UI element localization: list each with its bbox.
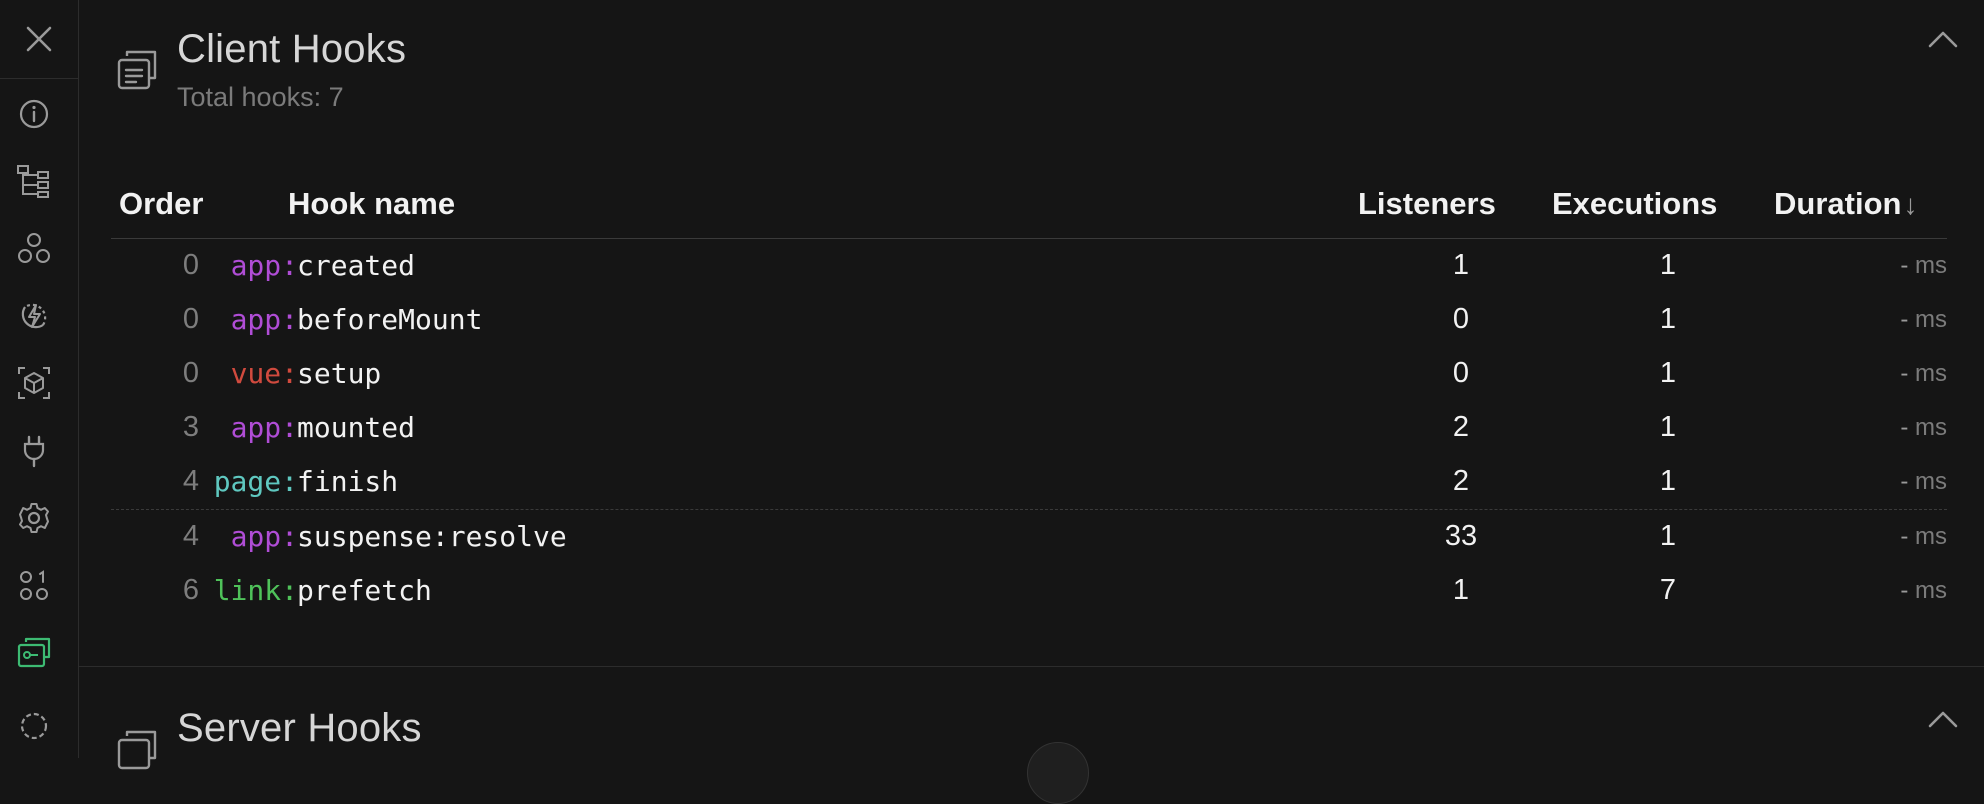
components-icon (18, 233, 50, 263)
main-panel: Client Hooks Total hooks: 7 Order Hook n… (79, 0, 1984, 804)
hook-listeners: 1 (1452, 574, 1470, 606)
table-row[interactable]: 0 app: beforeMount 0 1- ms (111, 293, 1947, 347)
chevron-up-icon[interactable] (1926, 708, 1960, 730)
sidebar-item-render-tree[interactable] (15, 567, 53, 605)
section-title: Client Hooks (177, 27, 407, 71)
close-icon (26, 26, 52, 52)
table-row[interactable]: 4 app: suspense:resolve 33 1- ms (111, 509, 1947, 564)
hook-listeners: 0 (1452, 303, 1470, 335)
section-divider (79, 666, 1984, 667)
column-duration[interactable]: Duration↓ (1774, 186, 1917, 222)
hook-name: beforeMount (297, 303, 483, 336)
column-hook-name[interactable]: Hook name (288, 186, 455, 222)
duration-unit: ms (1915, 577, 1947, 604)
column-listeners[interactable]: Listeners (1358, 186, 1496, 222)
sidebar-item-components[interactable] (15, 229, 53, 267)
hooks-section-icon (117, 50, 157, 90)
hook-duration: - ms (1900, 360, 1947, 388)
cube-icon (18, 367, 50, 399)
hook-namespace: app: (230, 411, 298, 444)
hook-executions: 1 (1659, 249, 1677, 281)
client-hooks-header[interactable]: Client Hooks Total hooks: 7 (79, 0, 1984, 120)
sidebar-item-hooks[interactable] (15, 634, 53, 672)
hook-executions: 1 (1659, 465, 1677, 497)
hooks-icon (17, 637, 51, 668)
hook-duration: - ms (1900, 577, 1947, 605)
sidebar-item-nuxt[interactable] (15, 297, 53, 335)
sort-arrow-icon: ↓ (1903, 189, 1918, 220)
duration-unit: ms (1915, 360, 1947, 387)
column-duration-label: Duration (1774, 186, 1902, 221)
table-row[interactable]: 0 vue: setup 0 1- ms (111, 347, 1947, 401)
duration-unit: ms (1915, 468, 1947, 495)
info-icon (19, 99, 49, 129)
hook-duration: - ms (1900, 252, 1947, 280)
table-header: Order Hook name Listeners Executions Dur… (111, 182, 1947, 239)
sidebar-item-overview[interactable] (15, 95, 53, 133)
duration-value: - (1900, 360, 1909, 387)
duration-value: - (1900, 306, 1909, 333)
hook-namespace: app: (230, 249, 298, 282)
hook-executions: 1 (1659, 357, 1677, 389)
hook-name: suspense:resolve (297, 520, 567, 553)
hook-name: created (297, 249, 416, 282)
column-executions[interactable]: Executions (1552, 186, 1717, 222)
hook-listeners: 2 (1452, 411, 1470, 443)
hooks-total: Total hooks: 7 (177, 82, 344, 112)
plug-icon (23, 435, 45, 468)
hook-name: setup (297, 357, 382, 390)
table-body: 0 app: created 1 1- ms 0 app: beforeMount 0 1- ms… (111, 239, 1947, 618)
hook-duration: - ms (1900, 306, 1947, 334)
sidebar-item-more[interactable] (15, 707, 53, 745)
client-hooks-table: Order Hook name Listeners Executions Dur… (111, 182, 1947, 618)
hook-listeners: 33 (1444, 520, 1478, 552)
table-row[interactable]: 3 app: mounted 2 1- ms (111, 401, 1947, 455)
nuxt-icon (21, 303, 47, 329)
floating-action-button[interactable] (1027, 742, 1089, 804)
hook-listeners: 2 (1452, 465, 1470, 497)
hook-namespace: page: (213, 465, 298, 498)
hook-duration: - ms (1900, 523, 1947, 551)
duration-unit: ms (1915, 306, 1947, 333)
hook-name: finish (297, 465, 399, 498)
dashed-circle-icon (20, 712, 48, 740)
shapes-icon (20, 570, 48, 600)
chevron-up-icon[interactable] (1926, 28, 1960, 50)
duration-value: - (1900, 252, 1909, 279)
duration-unit: ms (1915, 523, 1947, 550)
sidebar-item-pages[interactable] (15, 162, 53, 200)
close-button[interactable] (0, 0, 78, 79)
hook-listeners: 1 (1452, 249, 1470, 281)
hook-executions: 1 (1659, 303, 1677, 335)
hook-executions: 7 (1659, 574, 1677, 606)
hook-namespace: vue: (230, 357, 298, 390)
table-row[interactable]: 6 link: prefetch 1 7- ms (111, 564, 1947, 618)
hook-namespace: app: (230, 520, 298, 553)
hook-name: mounted (297, 411, 416, 444)
sidebar-item-plugins[interactable] (15, 432, 53, 470)
hook-duration: - ms (1900, 414, 1947, 442)
duration-value: - (1900, 414, 1909, 441)
duration-value: - (1900, 577, 1909, 604)
hook-name: prefetch (297, 574, 432, 607)
hook-listeners: 0 (1452, 357, 1470, 389)
duration-unit: ms (1915, 414, 1947, 441)
hook-namespace: app: (230, 303, 298, 336)
hook-duration: - ms (1900, 468, 1947, 496)
section-title: Server Hooks (177, 706, 422, 750)
component-tree-icon (17, 165, 49, 198)
hook-executions: 1 (1659, 520, 1677, 552)
sidebar-item-settings[interactable] (15, 499, 53, 537)
hook-namespace: link: (213, 574, 298, 607)
column-order[interactable]: Order (119, 186, 203, 222)
hook-executions: 1 (1659, 411, 1677, 443)
gear-icon (19, 503, 49, 533)
hooks-section-icon (117, 730, 157, 770)
sidebar-item-modules[interactable] (15, 364, 53, 402)
duration-value: - (1900, 468, 1909, 495)
table-row[interactable]: 0 app: created 1 1- ms (111, 239, 1947, 293)
table-row[interactable]: 4 page: finish 2 1- ms (111, 455, 1947, 509)
duration-value: - (1900, 523, 1909, 550)
duration-unit: ms (1915, 252, 1947, 279)
